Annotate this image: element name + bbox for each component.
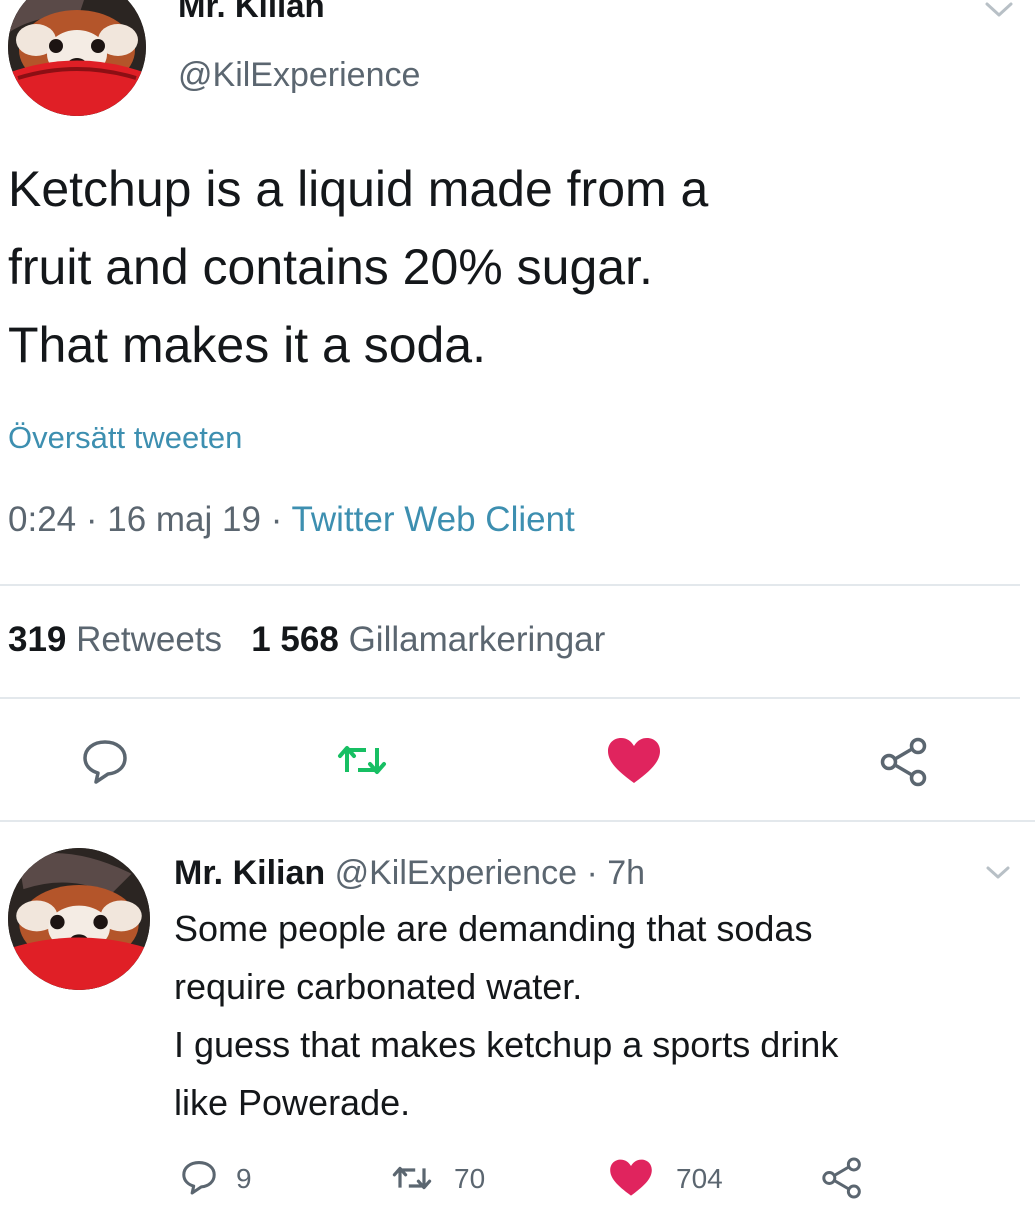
- tweet-meta: 0:24 · 16 maj 19 · Twitter Web Client: [8, 500, 575, 540]
- like-stat[interactable]: 1 568 Gillamarkeringar: [251, 620, 605, 659]
- meta-separator: ·: [586, 854, 598, 892]
- retweet-stat[interactable]: 319 Retweets: [8, 620, 222, 659]
- retweet-icon[interactable]: [390, 1162, 434, 1194]
- meta-separator: ·: [85, 500, 108, 539]
- tweet-time: 0:24: [8, 500, 77, 539]
- red-panda-avatar-image: [8, 848, 150, 990]
- red-panda-avatar-image: [8, 0, 146, 116]
- retweet-count: 70: [454, 1163, 486, 1194]
- heart-icon[interactable]: [608, 1158, 654, 1198]
- heart-icon[interactable]: [606, 736, 662, 786]
- meta-separator: ·: [270, 500, 292, 539]
- display-name[interactable]: Mr. Kilian: [178, 0, 325, 26]
- tweet-client-link[interactable]: Twitter Web Client: [291, 500, 574, 539]
- user-handle[interactable]: @KilExperience: [178, 54, 420, 96]
- tweet-date: 16 maj 19: [107, 500, 261, 539]
- share-icon[interactable]: [820, 1156, 864, 1200]
- tweet-stats: 319 Retweets 1 568 Gillamarkeringar: [8, 620, 605, 660]
- avatar[interactable]: [8, 848, 150, 990]
- reply-icon[interactable]: [180, 1158, 218, 1196]
- translate-tweet-link[interactable]: Översätt tweeten: [8, 420, 242, 456]
- tweet-text: Some people are demanding that sodas req…: [174, 900, 1024, 1132]
- share-icon[interactable]: [878, 736, 930, 788]
- tweet-text-line: That makes it a soda.: [8, 317, 487, 373]
- display-name[interactable]: Mr. Kilian: [174, 854, 325, 892]
- divider: [0, 697, 1020, 699]
- tweet-text: Ketchup is a liquid made from a fruit an…: [8, 150, 1018, 384]
- retweet-label: Retweets: [76, 620, 223, 659]
- like-label: Gillamarkeringar: [348, 620, 606, 659]
- tweet-text-line: require carbonated water.: [174, 966, 583, 1007]
- like-count: 1 568: [251, 620, 339, 659]
- chevron-down-icon[interactable]: [982, 0, 1016, 22]
- chevron-down-icon[interactable]: [983, 862, 1013, 884]
- reply-icon[interactable]: [80, 736, 130, 786]
- retweet-icon[interactable]: [336, 740, 388, 780]
- tweet-text-line: fruit and contains 20% sugar.: [8, 239, 653, 295]
- tweet-text-line: like Powerade.: [174, 1082, 411, 1123]
- reply-header: Mr. Kilian @KilExperience · 7h: [174, 850, 645, 896]
- tweet-text-line: Some people are demanding that sodas: [174, 908, 813, 949]
- tweet-text-line: Ketchup is a liquid made from a: [8, 161, 709, 217]
- divider: [0, 584, 1020, 586]
- tweet-age[interactable]: 7h: [607, 854, 645, 892]
- retweet-count: 319: [8, 620, 67, 659]
- user-handle[interactable]: @KilExperience: [335, 854, 577, 892]
- reply-count: 9: [236, 1163, 252, 1194]
- like-count: 704: [676, 1163, 723, 1194]
- divider: [0, 820, 1035, 822]
- avatar[interactable]: [8, 0, 146, 116]
- tweet-text-line: I guess that makes ketchup a sports drin…: [174, 1024, 839, 1065]
